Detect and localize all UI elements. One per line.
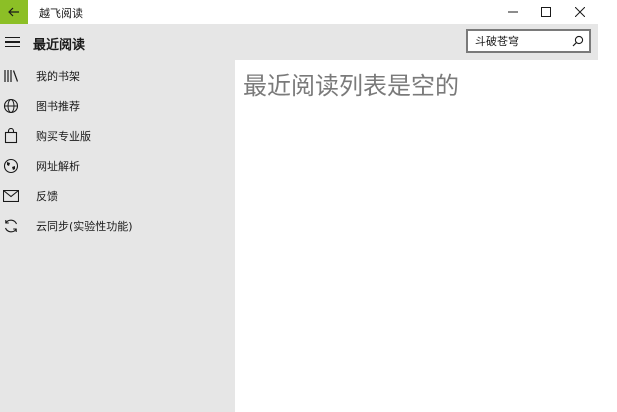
world-icon <box>2 157 20 175</box>
close-icon <box>575 7 585 17</box>
search-box[interactable] <box>466 29 591 53</box>
empty-state-message: 最近阅读列表是空的 <box>243 72 459 100</box>
sidebar-item-label: 购买专业版 <box>36 130 91 143</box>
page-header: 最近阅读 <box>0 24 598 60</box>
sidebar-item-buy-pro[interactable]: 购买专业版 <box>0 121 235 151</box>
app-title: 越飞阅读 <box>39 7 83 20</box>
hamburger-menu-button[interactable] <box>0 24 24 60</box>
sidebar-item-feedback[interactable]: 反馈 <box>0 181 235 211</box>
bookshelf-icon <box>2 67 20 85</box>
title-bar: 越飞阅读 <box>0 0 617 24</box>
sidebar-item-url-parse[interactable]: 网址解析 <box>0 151 235 181</box>
sidebar-item-cloud-sync[interactable]: 云同步(实验性功能) <box>0 211 235 241</box>
sidebar-item-label: 云同步(实验性功能) <box>36 220 133 233</box>
sync-icon <box>2 217 20 235</box>
sidebar: 我的书架 图书推荐 购买专业版 网址解析 反馈 云同步(实验性功能) <box>0 60 235 412</box>
search-icon[interactable] <box>572 35 584 47</box>
mail-icon <box>2 187 20 205</box>
maximize-button[interactable] <box>529 0 563 24</box>
hamburger-icon <box>4 45 20 48</box>
sidebar-item-bookshelf[interactable]: 我的书架 <box>0 61 235 91</box>
back-button[interactable] <box>0 0 28 24</box>
main-content: 最近阅读列表是空的 <box>235 60 598 412</box>
sidebar-item-label: 我的书架 <box>36 70 80 83</box>
minimize-icon <box>508 11 518 13</box>
maximize-icon <box>541 7 551 17</box>
shopping-bag-icon <box>2 127 20 145</box>
sidebar-item-label: 反馈 <box>36 190 58 203</box>
hamburger-icon <box>4 36 20 39</box>
globe-icon <box>2 97 20 115</box>
hamburger-icon <box>4 41 20 43</box>
back-arrow-icon <box>8 7 19 17</box>
sidebar-item-label: 图书推荐 <box>36 100 80 113</box>
close-button[interactable] <box>563 0 597 24</box>
sidebar-item-recommend[interactable]: 图书推荐 <box>0 91 235 121</box>
search-input[interactable] <box>468 31 568 51</box>
page-title: 最近阅读 <box>33 38 86 53</box>
minimize-button[interactable] <box>496 0 530 24</box>
sidebar-item-label: 网址解析 <box>36 160 80 173</box>
